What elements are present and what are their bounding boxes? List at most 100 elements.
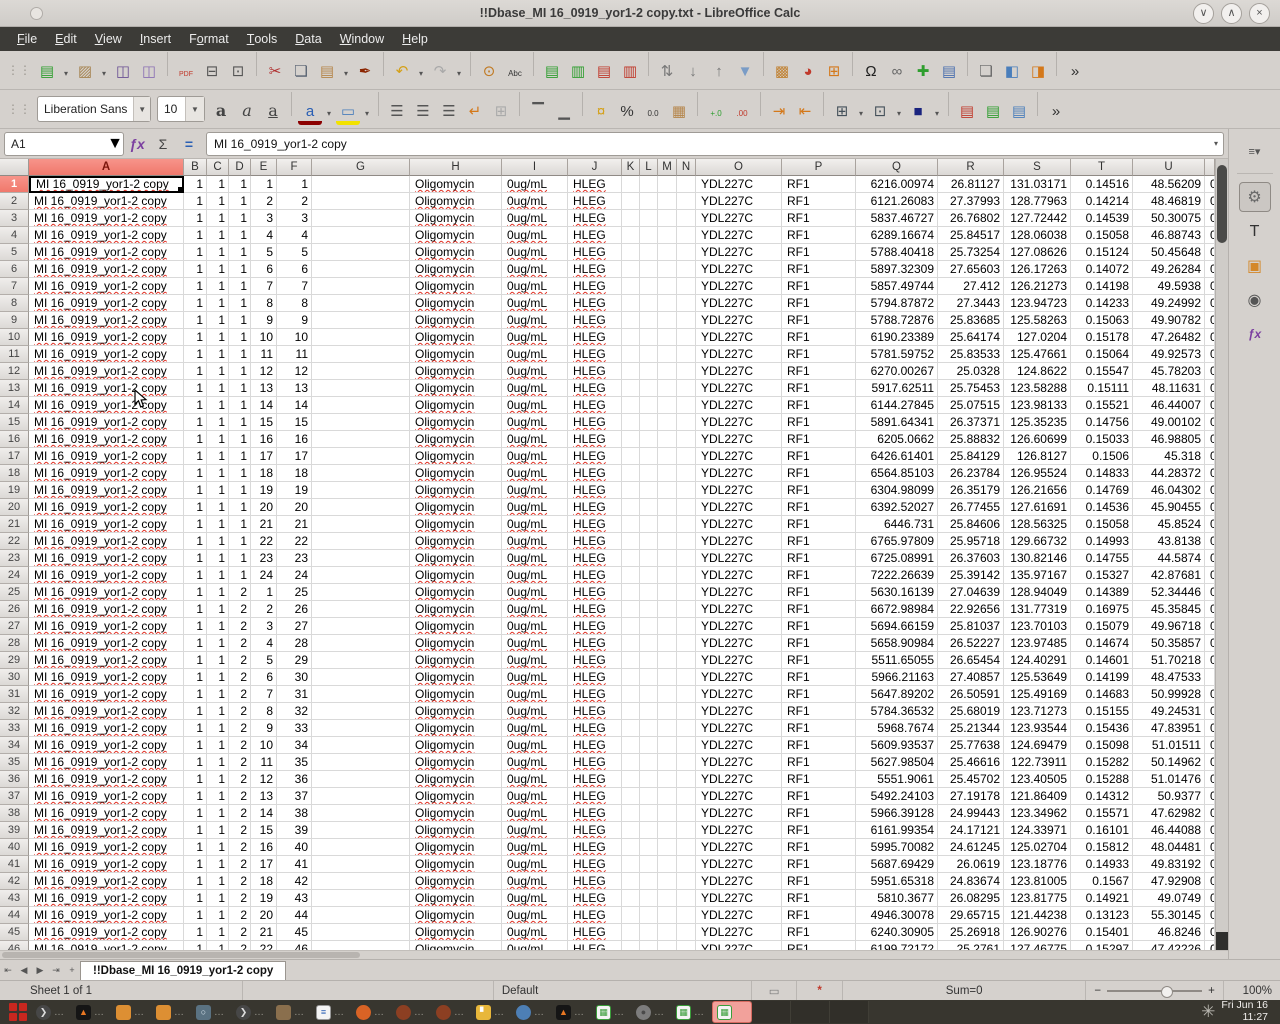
cell-L13[interactable] xyxy=(640,380,658,397)
toolbar-grip[interactable]: ⋮⋮ xyxy=(7,102,31,116)
cell-F2[interactable]: 2 xyxy=(277,193,312,210)
cell-E46[interactable]: 22 xyxy=(251,941,277,950)
maximize-button[interactable]: ∧ xyxy=(1221,3,1242,24)
cell-A45[interactable]: MI 16_0919_yor1-2 copy xyxy=(29,924,184,941)
cell-K45[interactable] xyxy=(622,924,640,941)
font-name-combo[interactable]: Liberation Sans ▼ xyxy=(37,96,151,122)
cell-U34[interactable]: 51.01511 xyxy=(1133,737,1205,754)
cell-V6[interactable]: 0. xyxy=(1205,261,1215,278)
cell-S36[interactable]: 123.40505 xyxy=(1004,771,1071,788)
cell-H26[interactable]: Oligomycin xyxy=(410,601,502,618)
cell-A43[interactable]: MI 16_0919_yor1-2 copy xyxy=(29,890,184,907)
toolbar-overflow-icon[interactable]: » xyxy=(1063,59,1087,85)
row-header-43[interactable]: 43 xyxy=(0,890,29,907)
taskbar-folder-button[interactable]: … xyxy=(152,1001,192,1023)
column-header-M[interactable]: M xyxy=(658,159,677,176)
cell-V26[interactable]: 0. xyxy=(1205,601,1215,618)
cell-O1[interactable]: YDL227C xyxy=(696,176,782,193)
cell-B46[interactable]: 1 xyxy=(184,941,207,950)
cell-J1[interactable]: HLEG xyxy=(568,176,622,193)
cell-A44[interactable]: MI 16_0919_yor1-2 copy xyxy=(29,907,184,924)
cell-B13[interactable]: 1 xyxy=(184,380,207,397)
cell-P14[interactable]: RF1 xyxy=(782,397,856,414)
cell-G43[interactable] xyxy=(312,890,410,907)
cell-T21[interactable]: 0.15058 xyxy=(1071,516,1133,533)
cell-L25[interactable] xyxy=(640,584,658,601)
cell-M2[interactable] xyxy=(658,193,677,210)
cell-V13[interactable]: 0. xyxy=(1205,380,1215,397)
cell-R32[interactable]: 25.68019 xyxy=(938,703,1004,720)
cell-D28[interactable]: 2 xyxy=(229,635,251,652)
cell-N1[interactable] xyxy=(677,176,696,193)
cell-U33[interactable]: 47.83951 xyxy=(1133,720,1205,737)
chevron-down-icon[interactable]: ▼ xyxy=(133,97,150,121)
cell-T10[interactable]: 0.15178 xyxy=(1071,329,1133,346)
cell-Q1[interactable]: 6216.00974 xyxy=(856,176,938,193)
cell-T20[interactable]: 0.14536 xyxy=(1071,499,1133,516)
cell-D24[interactable]: 1 xyxy=(229,567,251,584)
cell-P36[interactable]: RF1 xyxy=(782,771,856,788)
cell-G41[interactable] xyxy=(312,856,410,873)
cell-S26[interactable]: 131.77319 xyxy=(1004,601,1071,618)
cell-T28[interactable]: 0.14674 xyxy=(1071,635,1133,652)
cell-T11[interactable]: 0.15064 xyxy=(1071,346,1133,363)
cell-A16[interactable]: MI 16_0919_yor1-2 copy xyxy=(29,431,184,448)
cell-D9[interactable]: 1 xyxy=(229,312,251,329)
cell-F40[interactable]: 40 xyxy=(277,839,312,856)
cell-O10[interactable]: YDL227C xyxy=(696,329,782,346)
cell-G15[interactable] xyxy=(312,414,410,431)
row-header-25[interactable]: 25 xyxy=(0,584,29,601)
cell-D19[interactable]: 1 xyxy=(229,482,251,499)
cell-B32[interactable]: 1 xyxy=(184,703,207,720)
cell-D39[interactable]: 2 xyxy=(229,822,251,839)
cell-A37[interactable]: MI 16_0919_yor1-2 copy xyxy=(29,788,184,805)
cell-D32[interactable]: 2 xyxy=(229,703,251,720)
taskbar-firefox-button[interactable]: … xyxy=(392,1001,432,1023)
cell-L39[interactable] xyxy=(640,822,658,839)
cell-U18[interactable]: 44.28372 xyxy=(1133,465,1205,482)
cell-D20[interactable]: 1 xyxy=(229,499,251,516)
cell-J18[interactable]: HLEG xyxy=(568,465,622,482)
cell-T44[interactable]: 0.13123 xyxy=(1071,907,1133,924)
cell-O34[interactable]: YDL227C xyxy=(696,737,782,754)
functions-icon[interactable]: ƒx xyxy=(1240,320,1270,348)
window-menu-icon[interactable] xyxy=(30,7,43,20)
cell-I9[interactable]: 0ug/mL xyxy=(502,312,568,329)
cell-A14[interactable]: MI 16_0919_yor1-2 copy xyxy=(29,397,184,414)
cell-U23[interactable]: 44.5874 xyxy=(1133,550,1205,567)
cell-D4[interactable]: 1 xyxy=(229,227,251,244)
taskbar-firefox-button[interactable]: … xyxy=(432,1001,472,1023)
cell-I22[interactable]: 0ug/mL xyxy=(502,533,568,550)
row-header-46[interactable]: 46 xyxy=(0,941,29,950)
cell-E42[interactable]: 18 xyxy=(251,873,277,890)
number-format-icon[interactable]: 0.0 xyxy=(641,101,665,127)
cell-J42[interactable]: HLEG xyxy=(568,873,622,890)
cell-O4[interactable]: YDL227C xyxy=(696,227,782,244)
cell-J2[interactable]: HLEG xyxy=(568,193,622,210)
cell-V12[interactable]: 0. xyxy=(1205,363,1215,380)
cell-O43[interactable]: YDL227C xyxy=(696,890,782,907)
cell-E12[interactable]: 12 xyxy=(251,363,277,380)
cell-O46[interactable]: YDL227C xyxy=(696,941,782,950)
cell-I15[interactable]: 0ug/mL xyxy=(502,414,568,431)
cell-P5[interactable]: RF1 xyxy=(782,244,856,261)
cell-D21[interactable]: 1 xyxy=(229,516,251,533)
cell-A9[interactable]: MI 16_0919_yor1-2 copy xyxy=(29,312,184,329)
name-box[interactable]: A1 ▼ xyxy=(4,132,124,156)
cell-J36[interactable]: HLEG xyxy=(568,771,622,788)
cell-B25[interactable]: 1 xyxy=(184,584,207,601)
cell-A17[interactable]: MI 16_0919_yor1-2 copy xyxy=(29,448,184,465)
cell-T29[interactable]: 0.14601 xyxy=(1071,652,1133,669)
zoom-slider[interactable] xyxy=(1107,990,1202,992)
cell-R13[interactable]: 25.75453 xyxy=(938,380,1004,397)
cell-R37[interactable]: 27.19178 xyxy=(938,788,1004,805)
sheet-tab[interactable]: !!Dbase_MI 16_0919_yor1-2 copy xyxy=(80,961,286,980)
cell-G34[interactable] xyxy=(312,737,410,754)
cell-V22[interactable]: 0. xyxy=(1205,533,1215,550)
cell-B31[interactable]: 1 xyxy=(184,686,207,703)
cell-P2[interactable]: RF1 xyxy=(782,193,856,210)
row-header-18[interactable]: 18 xyxy=(0,465,29,482)
row-header-40[interactable]: 40 xyxy=(0,839,29,856)
cell-F20[interactable]: 20 xyxy=(277,499,312,516)
cell-T15[interactable]: 0.14756 xyxy=(1071,414,1133,431)
